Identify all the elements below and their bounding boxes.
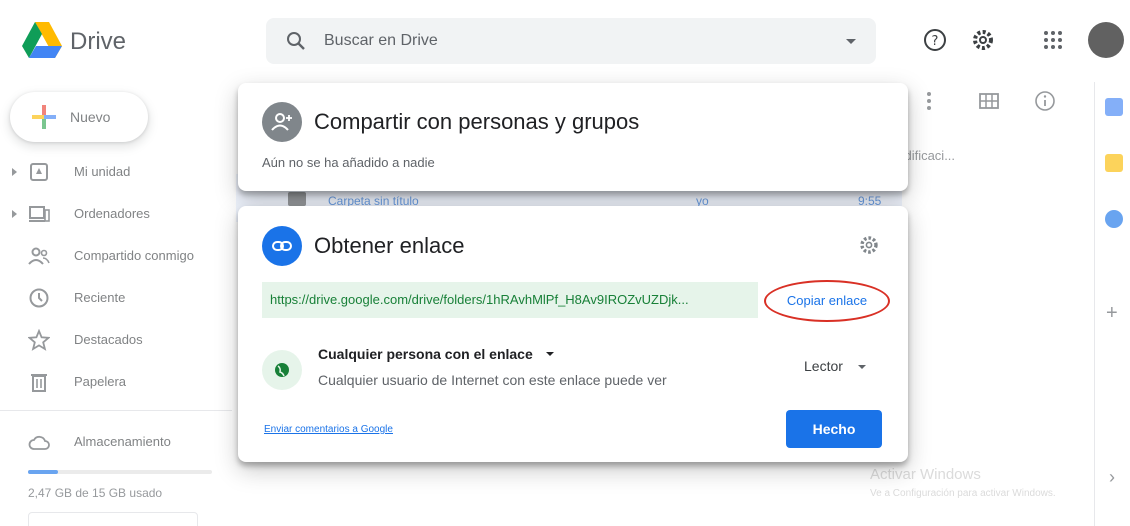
search-box[interactable]: Buscar en Drive <box>266 18 876 64</box>
settings-gear-icon[interactable] <box>970 27 996 53</box>
link-settings-gear-icon[interactable] <box>858 234 880 256</box>
done-button[interactable]: Hecho <box>786 410 882 448</box>
search-options-icon[interactable] <box>846 39 856 44</box>
search-icon[interactable] <box>286 31 306 51</box>
help-icon[interactable]: ? <box>922 27 948 53</box>
highlight-ring-annotation <box>764 280 890 322</box>
globe-icon <box>262 350 302 390</box>
get-link-dialog[interactable]: Obtener enlace https://drive.google.com/… <box>238 206 908 462</box>
link-url-field[interactable]: https://drive.google.com/drive/folders/1… <box>262 282 758 318</box>
apps-grid-icon[interactable] <box>1040 27 1066 53</box>
add-person-icon <box>262 102 302 142</box>
svg-text:?: ? <box>932 34 939 49</box>
app-name[interactable]: Drive <box>70 28 126 56</box>
link-icon <box>262 226 302 266</box>
top-bar: Drive Buscar en Drive ? <box>0 0 1130 82</box>
role-dropdown[interactable]: Lector <box>804 358 843 374</box>
send-feedback-link[interactable]: Enviar comentarios a Google <box>264 424 393 435</box>
account-avatar[interactable] <box>1088 22 1124 58</box>
share-dialog[interactable]: Compartir con personas y grupos Aún no s… <box>238 83 908 191</box>
access-dropdown-arrow-icon[interactable] <box>546 352 554 356</box>
drive-logo-icon[interactable] <box>22 22 62 58</box>
link-url-text: https://drive.google.com/drive/folders/1… <box>270 292 689 307</box>
get-link-dialog-title: Obtener enlace <box>314 233 465 258</box>
access-scope-description: Cualquier usuario de Internet con este e… <box>318 372 667 388</box>
role-dropdown-arrow-icon[interactable] <box>858 365 866 369</box>
access-scope-dropdown[interactable]: Cualquier persona con el enlace <box>318 346 533 362</box>
search-input[interactable]: Buscar en Drive <box>324 32 438 50</box>
share-dialog-title: Compartir con personas y grupos <box>314 109 640 134</box>
share-dialog-subtitle: Aún no se ha añadido a nadie <box>262 155 435 170</box>
